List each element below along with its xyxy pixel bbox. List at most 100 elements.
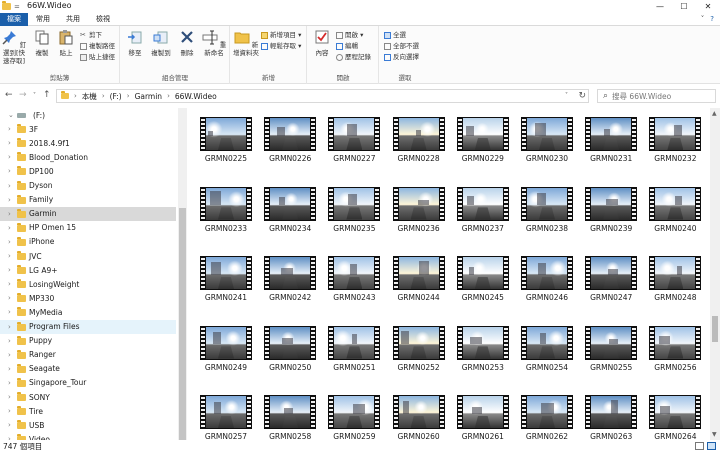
new-item-button[interactable]: 新增項目 ▾ [261,31,301,40]
paste-shortcut-button[interactable]: 貼上捷徑 [80,53,115,62]
chevron-icon[interactable]: › [8,252,11,260]
select-none-button[interactable]: 全部不選 [384,42,419,51]
chevron-icon[interactable]: › [8,379,11,387]
chevron-icon[interactable]: › [8,224,11,232]
tree-item[interactable]: › JVC [0,249,176,263]
delete-button[interactable]: 刪除 [175,29,199,57]
chevron-icon[interactable]: › [8,280,11,288]
ribbon-expand-icon[interactable]: ˅ [701,15,705,23]
video-file-tile[interactable]: GRMN0239 [575,179,638,247]
video-file-tile[interactable]: GRMN0248 [639,248,702,316]
tree-item[interactable]: › Garmin [0,206,176,221]
scroll-down-icon[interactable]: ▼ [712,431,717,438]
refresh-icon[interactable]: ↻ [578,91,586,101]
tree-item[interactable]: › Family [0,193,176,207]
tab-share[interactable]: 共用 [58,13,88,26]
chevron-icon[interactable]: › [8,294,11,302]
maximize-button[interactable]: ☐ [672,0,696,13]
video-file-tile[interactable]: GRMN0237 [447,179,509,247]
paste-button[interactable]: 貼上 [54,29,78,57]
video-file-tile[interactable]: GRMN0230 [511,109,573,177]
chevron-icon[interactable]: › [8,407,11,415]
chevron-icon[interactable]: › [8,125,11,133]
rename-button[interactable]: 重新命名 [199,29,229,57]
video-file-tile[interactable]: GRMN0238 [511,179,573,247]
up-button[interactable]: ↑ [43,90,51,100]
forward-button[interactable]: → [19,90,27,100]
folder-icon[interactable] [2,1,11,10]
tree-item[interactable]: › Singapore_Tour [0,376,176,390]
new-folder-button[interactable]: 新增資料夾 [233,29,259,57]
tree-item[interactable]: › Dyson [0,179,176,193]
tree-item[interactable]: › DP100 [0,164,176,178]
tree-item[interactable]: › iPhone [0,235,176,249]
scroll-up-icon[interactable]: ▲ [712,110,717,117]
tree-item[interactable]: › Blood_Donation [0,150,176,164]
breadcrumb-this-pc[interactable]: 本機 [82,91,97,102]
chevron-icon[interactable]: › [8,238,11,246]
breadcrumb-drive[interactable]: (F:) [110,92,122,101]
minimize-button[interactable]: — [648,0,672,13]
tree-item[interactable]: › Ranger [0,348,176,362]
tree-item[interactable]: › LosingWeight [0,277,176,291]
video-file-tile[interactable]: GRMN0250 [254,318,317,386]
chevron-icon[interactable]: › [8,266,11,274]
edit-button[interactable]: 編輯 [336,42,358,51]
video-file-tile[interactable]: GRMN0226 [254,109,317,177]
video-file-tile[interactable]: GRMN0256 [639,318,702,386]
easy-access-button[interactable]: 輕鬆存取 ▾ [261,42,301,51]
chevron-icon[interactable]: › [8,421,11,429]
chevron-icon[interactable]: › [8,153,11,161]
video-file-tile[interactable]: GRMN0247 [575,248,638,316]
tree-item[interactable]: › MyMedia [0,305,176,319]
address-bar[interactable]: › 本機 › (F:) › Garmin › 66W.Wideo ˅ ↻ [56,89,589,103]
chevron-icon[interactable]: › [8,351,11,359]
content-scrollbar-thumb[interactable] [712,316,718,342]
tree-item[interactable]: › Program Files [0,319,176,334]
tree-item[interactable]: › Video [0,432,176,440]
copy-to-button[interactable]: 複製到 [149,29,173,57]
recent-locations-button[interactable]: ˅ [33,92,36,99]
large-icons-view-icon[interactable] [707,442,716,450]
pin-quick-access-button[interactable]: 釘選到[快速存取] [0,29,28,65]
video-file-tile[interactable]: GRMN0241 [190,248,252,316]
video-file-tile[interactable]: GRMN0260 [383,387,445,440]
video-file-tile[interactable]: GRMN0234 [254,179,317,247]
video-file-tile[interactable]: GRMN0257 [190,387,252,440]
tree-item[interactable]: › USB [0,418,176,432]
move-to-button[interactable]: 移至 [123,29,147,57]
video-file-tile[interactable]: GRMN0235 [318,179,381,247]
tree-item[interactable]: › Puppy [0,334,176,348]
chevron-icon[interactable]: › [8,337,11,345]
video-file-tile[interactable]: GRMN0262 [511,387,573,440]
close-button[interactable]: ✕ [696,0,720,13]
content-scrollbar[interactable]: ▲ ▼ [710,108,720,440]
breadcrumb-separator[interactable]: › [102,92,105,100]
tree-item[interactable]: › HP Omen 15 [0,221,176,235]
tree-item[interactable]: › 2018.4.9f1 [0,136,176,150]
copy-button[interactable]: 複製 [30,29,54,57]
chevron-icon[interactable]: ⌄ [8,111,14,119]
video-file-tile[interactable]: GRMN0229 [447,109,509,177]
copy-path-button[interactable]: 複製路徑 [80,42,115,51]
breadcrumb-separator[interactable]: › [127,92,130,100]
tab-home[interactable]: 常用 [28,13,58,26]
chevron-icon[interactable]: › [8,308,11,316]
video-file-tile[interactable]: GRMN0228 [383,109,445,177]
chevron-icon[interactable]: › [8,210,11,218]
breadcrumb-separator[interactable]: › [167,92,170,100]
tree-item[interactable]: ⌄ (F:) [0,108,176,122]
video-file-tile[interactable]: GRMN0259 [318,387,381,440]
video-file-tile[interactable]: GRMN0245 [447,248,509,316]
tree-item[interactable]: › LG A9+ [0,263,176,277]
tree-item[interactable]: › 3F [0,122,176,136]
video-file-tile[interactable]: GRMN0253 [447,318,509,386]
back-button[interactable]: ← [5,90,13,100]
chevron-icon[interactable]: › [8,323,11,331]
search-box[interactable]: ⌕ 搜尋 66W.Wideo [597,89,716,103]
video-file-tile[interactable]: GRMN0258 [254,387,317,440]
chevron-icon[interactable]: › [8,139,11,147]
select-all-button[interactable]: 全選 [384,31,406,40]
video-file-tile[interactable]: GRMN0236 [383,179,445,247]
address-dropdown-icon[interactable]: ˅ [565,92,568,99]
